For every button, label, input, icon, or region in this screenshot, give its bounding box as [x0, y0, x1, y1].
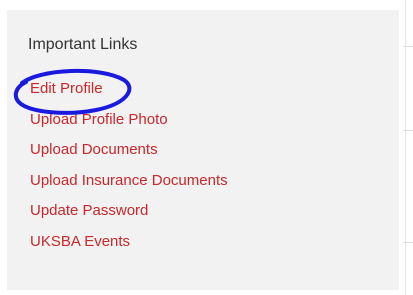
list-item: Upload Documents	[30, 139, 228, 170]
list-item: Upload Profile Photo	[30, 109, 228, 140]
list-item: UKSBA Events	[30, 231, 228, 262]
update-password-link[interactable]: Update Password	[30, 202, 148, 219]
edit-profile-link[interactable]: Edit Profile	[30, 80, 103, 97]
section-heading: Important Links	[28, 36, 138, 53]
important-links-list: Edit Profile Upload Profile Photo Upload…	[30, 78, 228, 261]
divider-tick	[403, 46, 413, 47]
right-divider	[405, 0, 406, 295]
list-item: Update Password	[30, 200, 228, 231]
upload-documents-link[interactable]: Upload Documents	[30, 141, 158, 158]
divider-tick	[403, 242, 413, 243]
divider-tick	[403, 130, 413, 131]
upload-insurance-documents-link[interactable]: Upload Insurance Documents	[30, 172, 228, 189]
list-item: Edit Profile	[30, 78, 228, 109]
right-edge-strip	[399, 0, 413, 295]
uksba-events-link[interactable]: UKSBA Events	[30, 233, 130, 250]
upload-profile-photo-link[interactable]: Upload Profile Photo	[30, 111, 168, 128]
list-item: Upload Insurance Documents	[30, 170, 228, 201]
